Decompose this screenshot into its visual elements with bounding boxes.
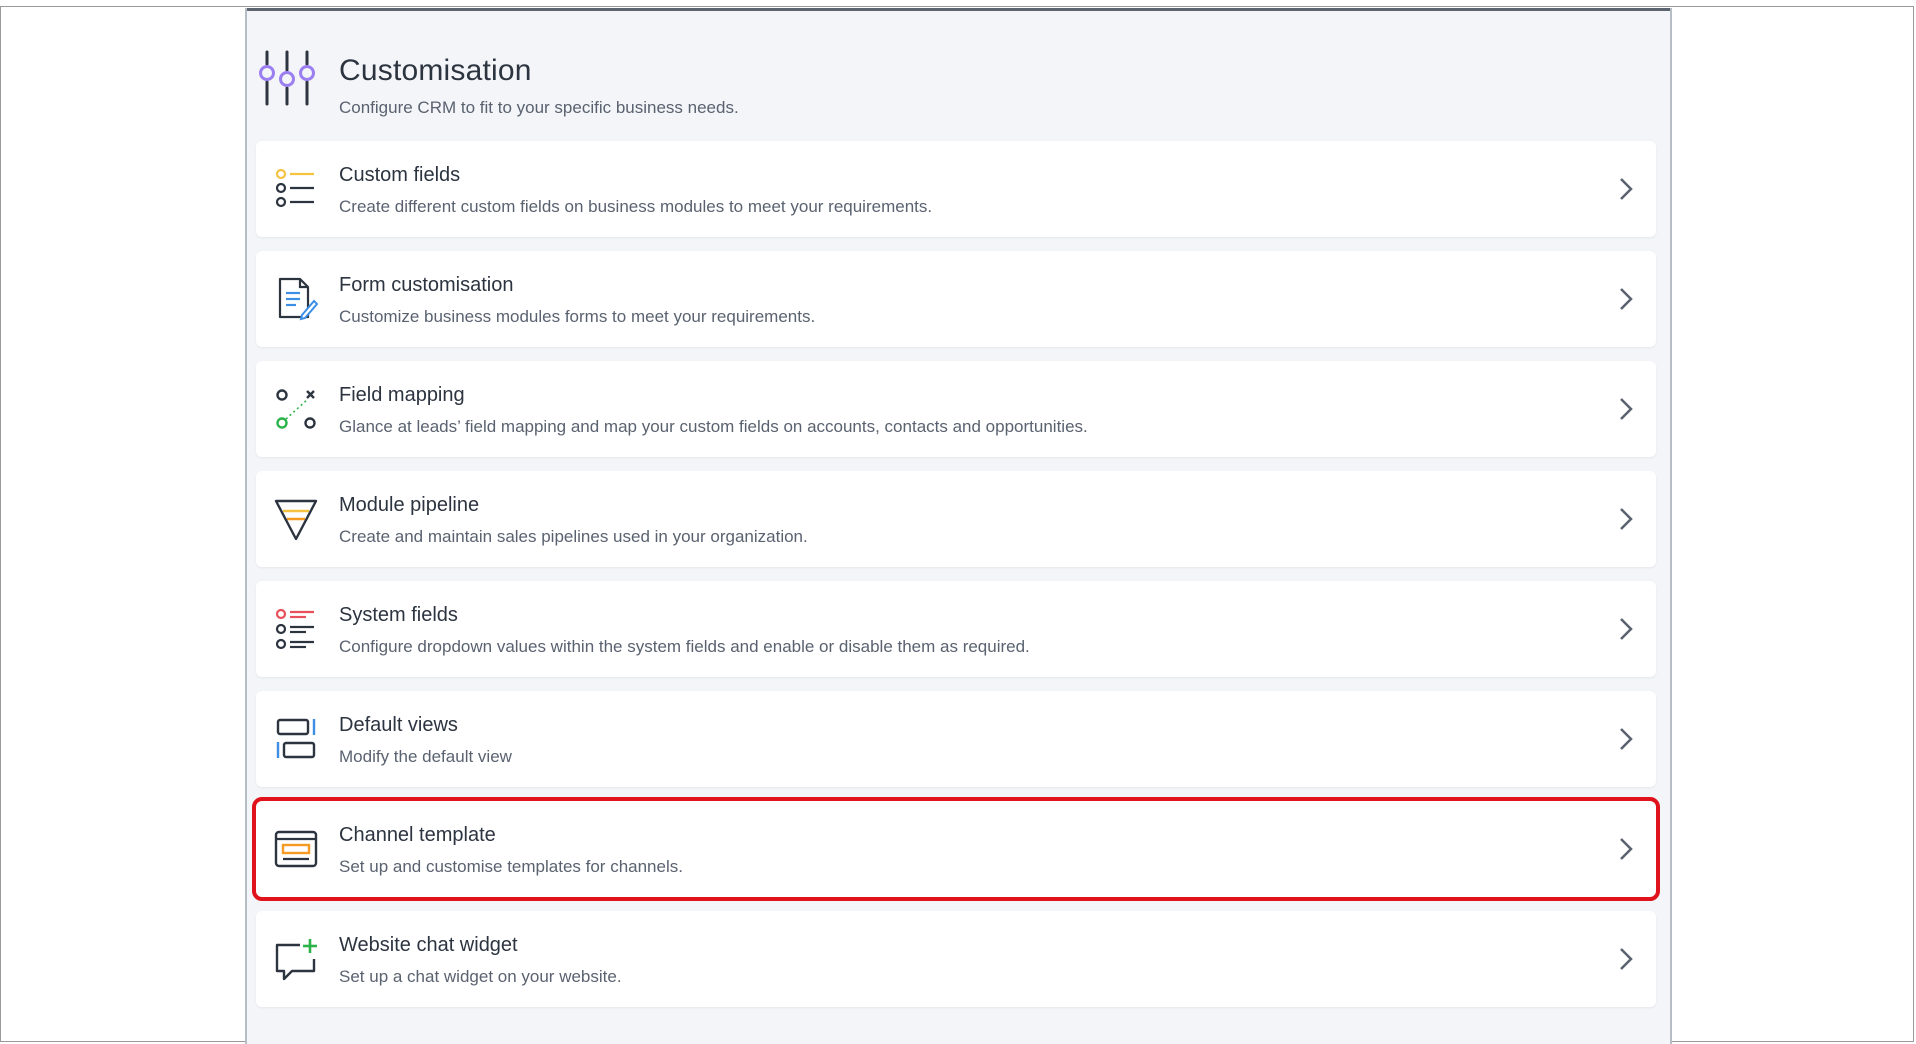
card-description: Glance at leads’ field mapping and map y…: [339, 417, 1088, 436]
card-custom-fields[interactable]: Custom fields Create different custom fi…: [256, 141, 1656, 237]
card-description: Create different custom fields on busine…: [339, 197, 933, 216]
card-channel-template[interactable]: Channel template Set up and customise te…: [252, 797, 1660, 901]
page-title: Customisation: [339, 54, 532, 87]
card-title: Default views: [339, 714, 458, 736]
chevron-right-icon[interactable]: [1616, 725, 1636, 753]
card-description: Configure dropdown values within the sys…: [339, 637, 1030, 656]
page-header: Customisation Configure CRM to fit to yo…: [247, 8, 1670, 138]
card-title: Website chat widget: [339, 934, 518, 956]
field-mapping-icon: [276, 389, 316, 429]
template-icon: [274, 830, 318, 868]
card-description: Set up a chat widget on your website.: [339, 967, 622, 986]
chevron-right-icon[interactable]: [1616, 175, 1636, 203]
form-edit-icon: [278, 277, 318, 321]
sliders-icon: [259, 50, 315, 106]
card-description: Customize business modules forms to meet…: [339, 307, 816, 326]
chevron-right-icon[interactable]: [1616, 505, 1636, 533]
card-title: Form customisation: [339, 274, 514, 296]
chevron-right-icon[interactable]: [1616, 615, 1636, 643]
card-title: System fields: [339, 604, 458, 626]
chevron-right-icon[interactable]: [1616, 835, 1636, 863]
chevron-right-icon[interactable]: [1616, 395, 1636, 423]
funnel-icon: [274, 499, 318, 541]
card-default-views[interactable]: Default views Modify the default view: [256, 691, 1656, 787]
layout-views-icon: [276, 718, 316, 759]
card-description: Set up and customise templates for chann…: [339, 857, 683, 876]
chevron-right-icon[interactable]: [1616, 945, 1636, 973]
card-field-mapping[interactable]: Field mapping Glance at leads’ field map…: [256, 361, 1656, 457]
card-system-fields[interactable]: System fields Configure dropdown values …: [256, 581, 1656, 677]
card-description: Modify the default view: [339, 747, 512, 766]
card-title: Custom fields: [339, 164, 461, 186]
chat-add-icon: [275, 939, 317, 981]
card-module-pipeline[interactable]: Module pipeline Create and maintain sale…: [256, 471, 1656, 567]
page-subtitle: Configure CRM to fit to your specific bu…: [339, 98, 739, 117]
chevron-right-icon[interactable]: [1616, 285, 1636, 313]
card-description: Create and maintain sales pipelines used…: [339, 527, 808, 546]
card-form-customisation[interactable]: Form customisation Customize business mo…: [256, 251, 1656, 347]
card-title: Module pipeline: [339, 494, 480, 516]
system-fields-list-icon: [275, 608, 314, 650]
customisation-panel: Customisation Configure CRM to fit to yo…: [245, 8, 1672, 1044]
custom-fields-list-icon: [275, 168, 314, 208]
card-title: Field mapping: [339, 384, 465, 406]
card-website-chat-widget[interactable]: Website chat widget Set up a chat widget…: [256, 911, 1656, 1007]
card-title: Channel template: [339, 824, 496, 846]
